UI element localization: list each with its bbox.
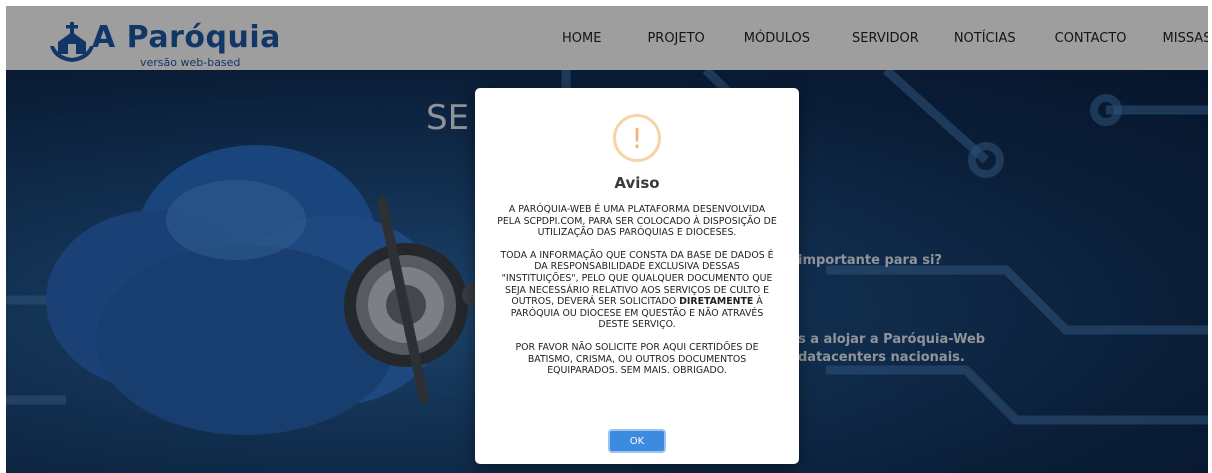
warning-dialog: ! Aviso A PARÓQUIA-WEB É UMA PLATAFORMA … — [475, 88, 799, 464]
warning-glyph: ! — [631, 122, 643, 155]
ok-button[interactable]: OK — [608, 429, 666, 453]
warning-icon: ! — [613, 114, 661, 162]
dialog-message: A PARÓQUIA-WEB É UMA PLATAFORMA DESENVOL… — [497, 204, 777, 388]
message-paragraph-3: POR FAVOR NÃO SOLICITE POR AQUI CERTIDÕE… — [515, 341, 759, 377]
message-paragraph-2: TODA A INFORMAÇÃO QUE CONSTA DA BASE DE … — [497, 250, 777, 331]
emphasis-text: DIRETAMENTE — [679, 296, 754, 308]
message-paragraph-1: A PARÓQUIA-WEB É UMA PLATAFORMA DESENVOL… — [497, 204, 777, 239]
dialog-title: Aviso — [614, 174, 660, 192]
browser-viewport: A Paróquia versão web-based HOME PROJETO… — [6, 6, 1208, 473]
